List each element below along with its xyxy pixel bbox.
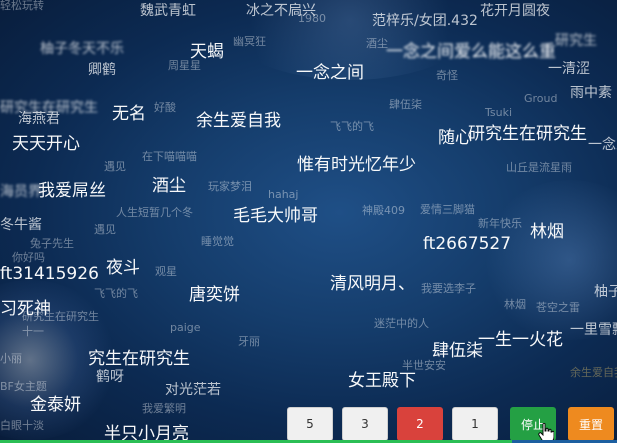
danmaku-message: 爱情三脚猫 [420, 203, 475, 216]
danmaku-message: 酒尘 [152, 176, 186, 196]
danmaku-message: 柚子冬天不乐 [40, 41, 124, 57]
danmaku-message: 魏武青虹 [140, 3, 196, 19]
danmaku-message: 牙丽 [238, 335, 260, 348]
speed-5-button[interactable]: 5 [287, 407, 333, 441]
danmaku-message: 肆伍柒 [432, 341, 483, 361]
danmaku-message: 小丽 [0, 352, 22, 365]
danmaku-message: 兔子先生 [30, 237, 74, 250]
danmaku-message: 飞飞的飞 [330, 120, 374, 133]
danmaku-message: 遇见 [94, 223, 116, 236]
danmaku-message: 林烟 [504, 298, 526, 311]
danmaku-message: 对光茫若 [165, 382, 221, 398]
danmaku-message: 我要选李子 [421, 282, 476, 295]
danmaku-message: 观星 [155, 265, 177, 278]
danmaku-message: 山丘是流星雨 [506, 161, 572, 174]
danmaku-message: 奇怪 [436, 69, 458, 82]
danmaku-message: 惟有时光忆年少 [297, 155, 416, 175]
danmaku-message: 你好吗 [12, 251, 45, 264]
danmaku-message: 半世安安 [402, 359, 446, 372]
danmaku-message: 海员界 [0, 184, 42, 200]
danmaku-message: ft31415926 [0, 264, 99, 284]
speed-3-button[interactable]: 3 [342, 407, 388, 441]
danmaku-message: 花开月圆夜 [480, 3, 550, 19]
danmaku-message: ft2667527 [423, 234, 512, 254]
danmaku-message: 金泰妍 [30, 395, 81, 415]
speed-2-button[interactable]: 2 [397, 407, 443, 441]
danmaku-message: 天天开心 [12, 134, 80, 154]
danmaku-message: 余生爱自我 [196, 111, 281, 131]
danmaku-message: 清风明月、 [330, 274, 415, 294]
light-glow [480, 180, 617, 340]
danmaku-message: 幽冥狂 [233, 35, 266, 48]
danmaku-message: 肆伍柒 [389, 98, 422, 111]
danmaku-message: 林烟 [530, 222, 564, 242]
danmaku-message: 海燕君 [18, 111, 60, 127]
reset-button[interactable]: 重置 [568, 407, 614, 441]
danmaku-message: 随心 [438, 128, 472, 148]
danmaku-message: 卿鹤 [88, 62, 116, 78]
danmaku-message: 毛毛大帅哥 [233, 206, 318, 226]
danmaku-message: 究生在研究生 [88, 349, 190, 369]
danmaku-message: 我爱繁明 [142, 402, 186, 415]
danmaku-message: 研究生在研究生 [22, 310, 99, 323]
danmaku-message: 白眼十淡 [0, 419, 44, 432]
danmaku-message: 苍空之雷 [536, 301, 580, 314]
danmaku-message: 一清涩 [548, 61, 590, 77]
danmaku-message: 好酸 [154, 101, 176, 114]
danmaku-message: 一生一火花 [478, 330, 563, 350]
danmaku-message: 一里雪飘 [570, 322, 617, 338]
danmaku-message: 唐奕饼 [189, 285, 240, 305]
danmaku-message: 迷茫中的人 [374, 317, 429, 330]
danmaku-message: Tsuki [485, 106, 513, 119]
danmaku-message: BF女主题 [0, 380, 47, 393]
danmaku-message: 雨中素 [570, 85, 612, 101]
danmaku-message: 1980 [298, 12, 326, 25]
danmaku-message: 鹤呀 [96, 369, 124, 385]
danmaku-message: 研究生在研究生 [468, 124, 587, 144]
danmaku-message: 研究生 [555, 33, 597, 49]
danmaku-message: 在下喵喵喵 [142, 150, 197, 163]
danmaku-message: 遇见 [104, 160, 126, 173]
danmaku-message: 夜斗 [106, 258, 140, 278]
danmaku-message: hahaj [268, 188, 299, 201]
danmaku-message: paige [170, 321, 201, 334]
danmaku-message: 一念之间爱么能这么重 [386, 42, 556, 62]
danmaku-message: 无名 [112, 104, 146, 124]
danmaku-message: 一念之 [588, 137, 617, 153]
danmaku-message: 余生爱自我 [570, 366, 617, 379]
danmaku-message: 我爱屌丝 [38, 181, 106, 201]
danmaku-message: 女王殿下 [348, 371, 416, 391]
danmaku-stage: 魏武青虹 冰之不扃兴 1980 范梓乐/女团.432 花开月圆夜 柚子冬天不乐 天蝎 幽冥狂酒… [0, 0, 617, 443]
danmaku-message: Groud [524, 92, 558, 105]
danmaku-message: 新年快乐 [478, 217, 522, 230]
danmaku-message: 范梓乐/女团.432 [372, 13, 478, 29]
danmaku-message: 神殿409 [362, 204, 405, 217]
danmaku-message: 玩家梦泪 [208, 180, 252, 193]
danmaku-message: 柚子 [594, 284, 617, 300]
danmaku-message: 十一 [22, 325, 44, 338]
danmaku-message: 轻松玩转 [0, 0, 44, 12]
danmaku-message: 酒尘 [366, 37, 388, 50]
danmaku-message: 人生短暂几个冬 [116, 206, 193, 219]
danmaku-message: 睡觉觉 [201, 235, 234, 248]
speed-1-button[interactable]: 1 [452, 407, 498, 441]
danmaku-message: 周星星 [168, 59, 201, 72]
danmaku-message: 飞飞的飞 [94, 287, 138, 300]
danmaku-message: 冬牛酱 [0, 217, 42, 233]
danmaku-message: 一念之间 [296, 63, 364, 83]
